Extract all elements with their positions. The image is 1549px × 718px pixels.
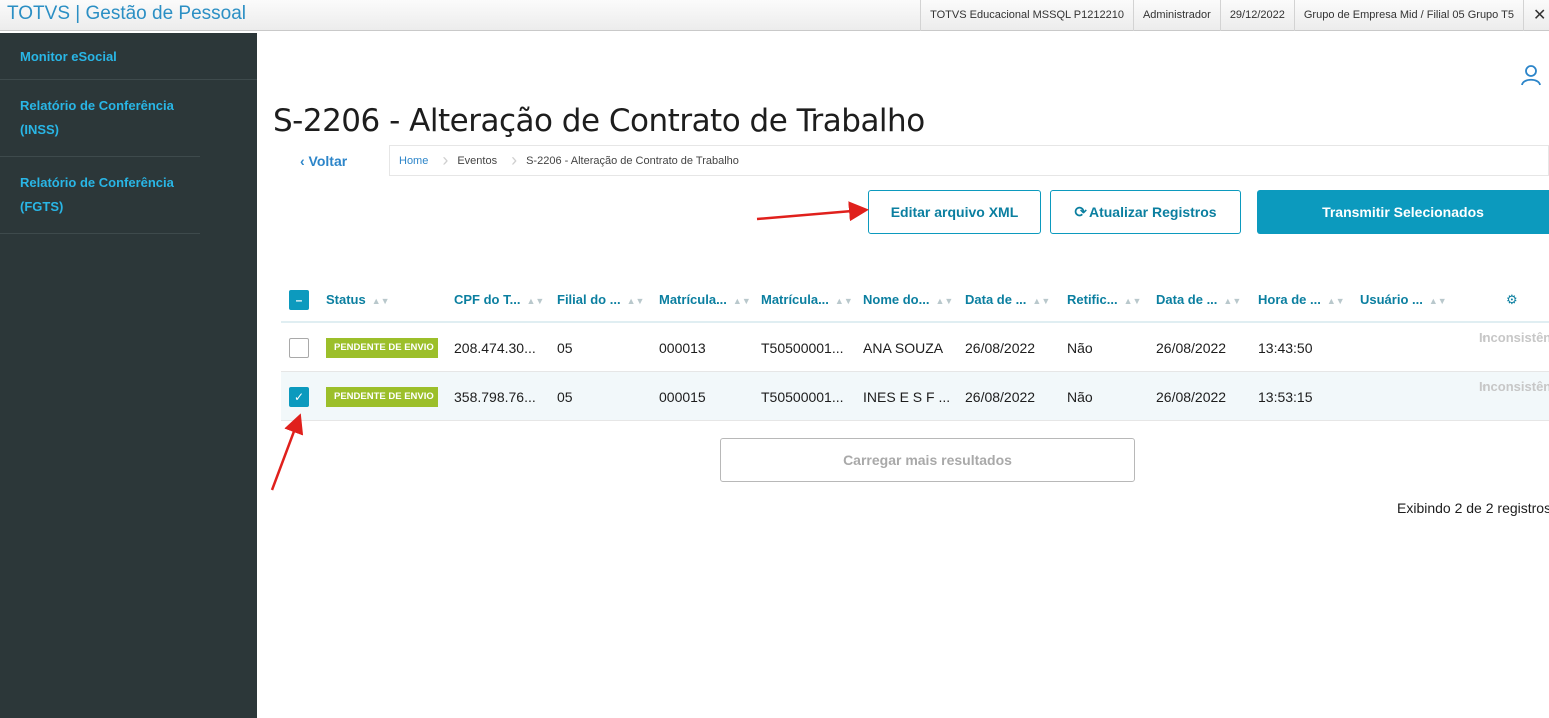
- user-label: Administrador: [1132, 0, 1220, 31]
- matricula2-cell: T50500001...: [761, 389, 844, 405]
- sort-icon: ▲▼: [1223, 296, 1242, 306]
- refresh-label: Atualizar Registros: [1088, 204, 1217, 220]
- table-row[interactable]: ✓ PENDENTE DE ENVIO 358.798.76... 05 000…: [281, 372, 1549, 421]
- app-title: TOTVS | Gestão de Pessoal: [7, 3, 247, 24]
- nome-cell: ANA SOUZA: [863, 340, 944, 356]
- sort-icon: ▲▼: [1032, 296, 1051, 306]
- load-more-label: Carregar mais resultados: [843, 452, 1012, 468]
- hora-cell: 13:53:15: [1258, 389, 1313, 405]
- sort-icon: ▲▼: [732, 296, 751, 306]
- data2-cell: 26/08/2022: [1156, 340, 1227, 356]
- breadcrumb-current: S-2206 - Alteração de Contrato de Trabal…: [526, 154, 739, 167]
- sort-icon: ▲▼: [1326, 296, 1345, 306]
- column-header[interactable]: Data de ... ▲▼: [965, 292, 1050, 307]
- sidebar-item-relatorio-fgts[interactable]: Relatório de Conferência (FGTS): [0, 157, 200, 234]
- column-header[interactable]: Usuário ... ▲▼: [1360, 292, 1447, 307]
- sort-icon: ▲▼: [1428, 296, 1447, 306]
- column-header[interactable]: Matrícula... ▲▼: [659, 292, 751, 307]
- matricula2-cell: T50500001...: [761, 340, 844, 356]
- column-header[interactable]: Retific... ▲▼: [1067, 292, 1141, 307]
- sort-icon: ▲▼: [371, 296, 390, 306]
- sidebar-item-monitor-esocial[interactable]: Monitor eSocial: [0, 33, 257, 80]
- column-header[interactable]: CPF do T... ▲▼: [454, 292, 544, 307]
- status-badge: PENDENTE DE ENVIO: [326, 338, 438, 358]
- inconsistencias-link[interactable]: ↑Inconsistências: [1479, 327, 1549, 349]
- table-row[interactable]: PENDENTE DE ENVIO 208.474.30... 05 00001…: [281, 323, 1549, 372]
- select-all-checkbox[interactable]: –: [289, 290, 309, 310]
- transmit-label: Transmitir Selecionados: [1322, 204, 1484, 220]
- table-header: – Status ▲▼ CPF do T... ▲▼ Filial do ... ▲▼…: [281, 280, 1549, 323]
- hora-cell: 13:43:50: [1258, 340, 1313, 356]
- matricula-cell: 000013: [659, 340, 706, 356]
- column-header[interactable]: Status ▲▼: [326, 292, 390, 307]
- status-badge: PENDENTE DE ENVIO: [326, 387, 438, 407]
- system-info: TOTVS Educacional MSSQL P1212210 Adminis…: [920, 0, 1549, 31]
- refresh-icon: ⟳: [1074, 204, 1087, 221]
- column-header[interactable]: Nome do... ▲▼: [863, 292, 953, 307]
- retificacao-cell: Não: [1067, 340, 1093, 356]
- nome-cell: INES E S F ...: [863, 389, 951, 405]
- records-count: Exibindo 2 de 2 registros: [1397, 500, 1549, 516]
- breadcrumb-eventos[interactable]: Eventos: [448, 155, 511, 167]
- sort-icon: ▲▼: [834, 296, 853, 306]
- data-cell: 26/08/2022: [965, 389, 1036, 405]
- load-more-button[interactable]: Carregar mais resultados: [720, 438, 1135, 482]
- inconsistencias-link[interactable]: ↑Inconsistências: [1479, 376, 1549, 398]
- edit-xml-label: Editar arquivo XML: [890, 204, 1019, 220]
- edit-xml-button[interactable]: Editar arquivo XML: [868, 190, 1041, 234]
- user-icon[interactable]: [1519, 63, 1543, 87]
- row-checkbox[interactable]: [289, 338, 309, 358]
- data2-cell: 26/08/2022: [1156, 389, 1227, 405]
- retificacao-cell: Não: [1067, 389, 1093, 405]
- sort-icon: ▲▼: [626, 296, 645, 306]
- sidebar-item-relatorio-inss[interactable]: Relatório de Conferência (INSS): [0, 80, 200, 157]
- data-cell: 26/08/2022: [965, 340, 1036, 356]
- sort-icon: ▲▼: [1123, 296, 1142, 306]
- events-table: – Status ▲▼ CPF do T... ▲▼ Filial do ... ▲▼…: [281, 280, 1549, 421]
- main-content: S-2206 - Alteração de Contrato de Trabal…: [257, 33, 1549, 718]
- sort-icon: ▲▼: [526, 296, 545, 306]
- column-settings-icon[interactable]: ⚙: [1506, 292, 1518, 308]
- column-header[interactable]: Data de ... ▲▼: [1156, 292, 1241, 307]
- cpf-cell: 208.474.30...: [454, 340, 536, 356]
- breadcrumb-home[interactable]: Home: [390, 155, 442, 167]
- info-icon: ↑: [1481, 333, 1486, 343]
- column-header[interactable]: Hora de ... ▲▼: [1258, 292, 1345, 307]
- transmit-selected-button[interactable]: Transmitir Selecionados: [1257, 190, 1549, 234]
- database-label: TOTVS Educacional MSSQL P1212210: [920, 0, 1133, 31]
- info-icon: ↑: [1481, 382, 1486, 392]
- matricula-cell: 000015: [659, 389, 706, 405]
- filial-cell: 05: [557, 389, 573, 405]
- back-link[interactable]: ‹ Voltar: [300, 153, 347, 169]
- sidebar: Monitor eSocial Relatório de Conferência…: [0, 33, 257, 718]
- refresh-records-button[interactable]: ⟳ Atualizar Registros: [1050, 190, 1241, 234]
- column-header[interactable]: Filial do ... ▲▼: [557, 292, 644, 307]
- close-icon[interactable]: ✕: [1523, 0, 1549, 31]
- sort-icon: ▲▼: [935, 296, 954, 306]
- row-checkbox[interactable]: ✓: [289, 387, 309, 407]
- column-header[interactable]: Matrícula... ▲▼: [761, 292, 853, 307]
- cpf-cell: 358.798.76...: [454, 389, 536, 405]
- breadcrumb: Home › Eventos › S-2206 - Alteração de C…: [389, 145, 1549, 176]
- filial-cell: 05: [557, 340, 573, 356]
- company-label: Grupo de Empresa Mid / Filial 05 Grupo T…: [1293, 0, 1523, 31]
- page-title: S-2206 - Alteração de Contrato de Trabal…: [273, 103, 925, 139]
- title-bar: TOTVS | Gestão de Pessoal TOTVS Educacio…: [0, 0, 1549, 31]
- date-label: 29/12/2022: [1219, 0, 1294, 31]
